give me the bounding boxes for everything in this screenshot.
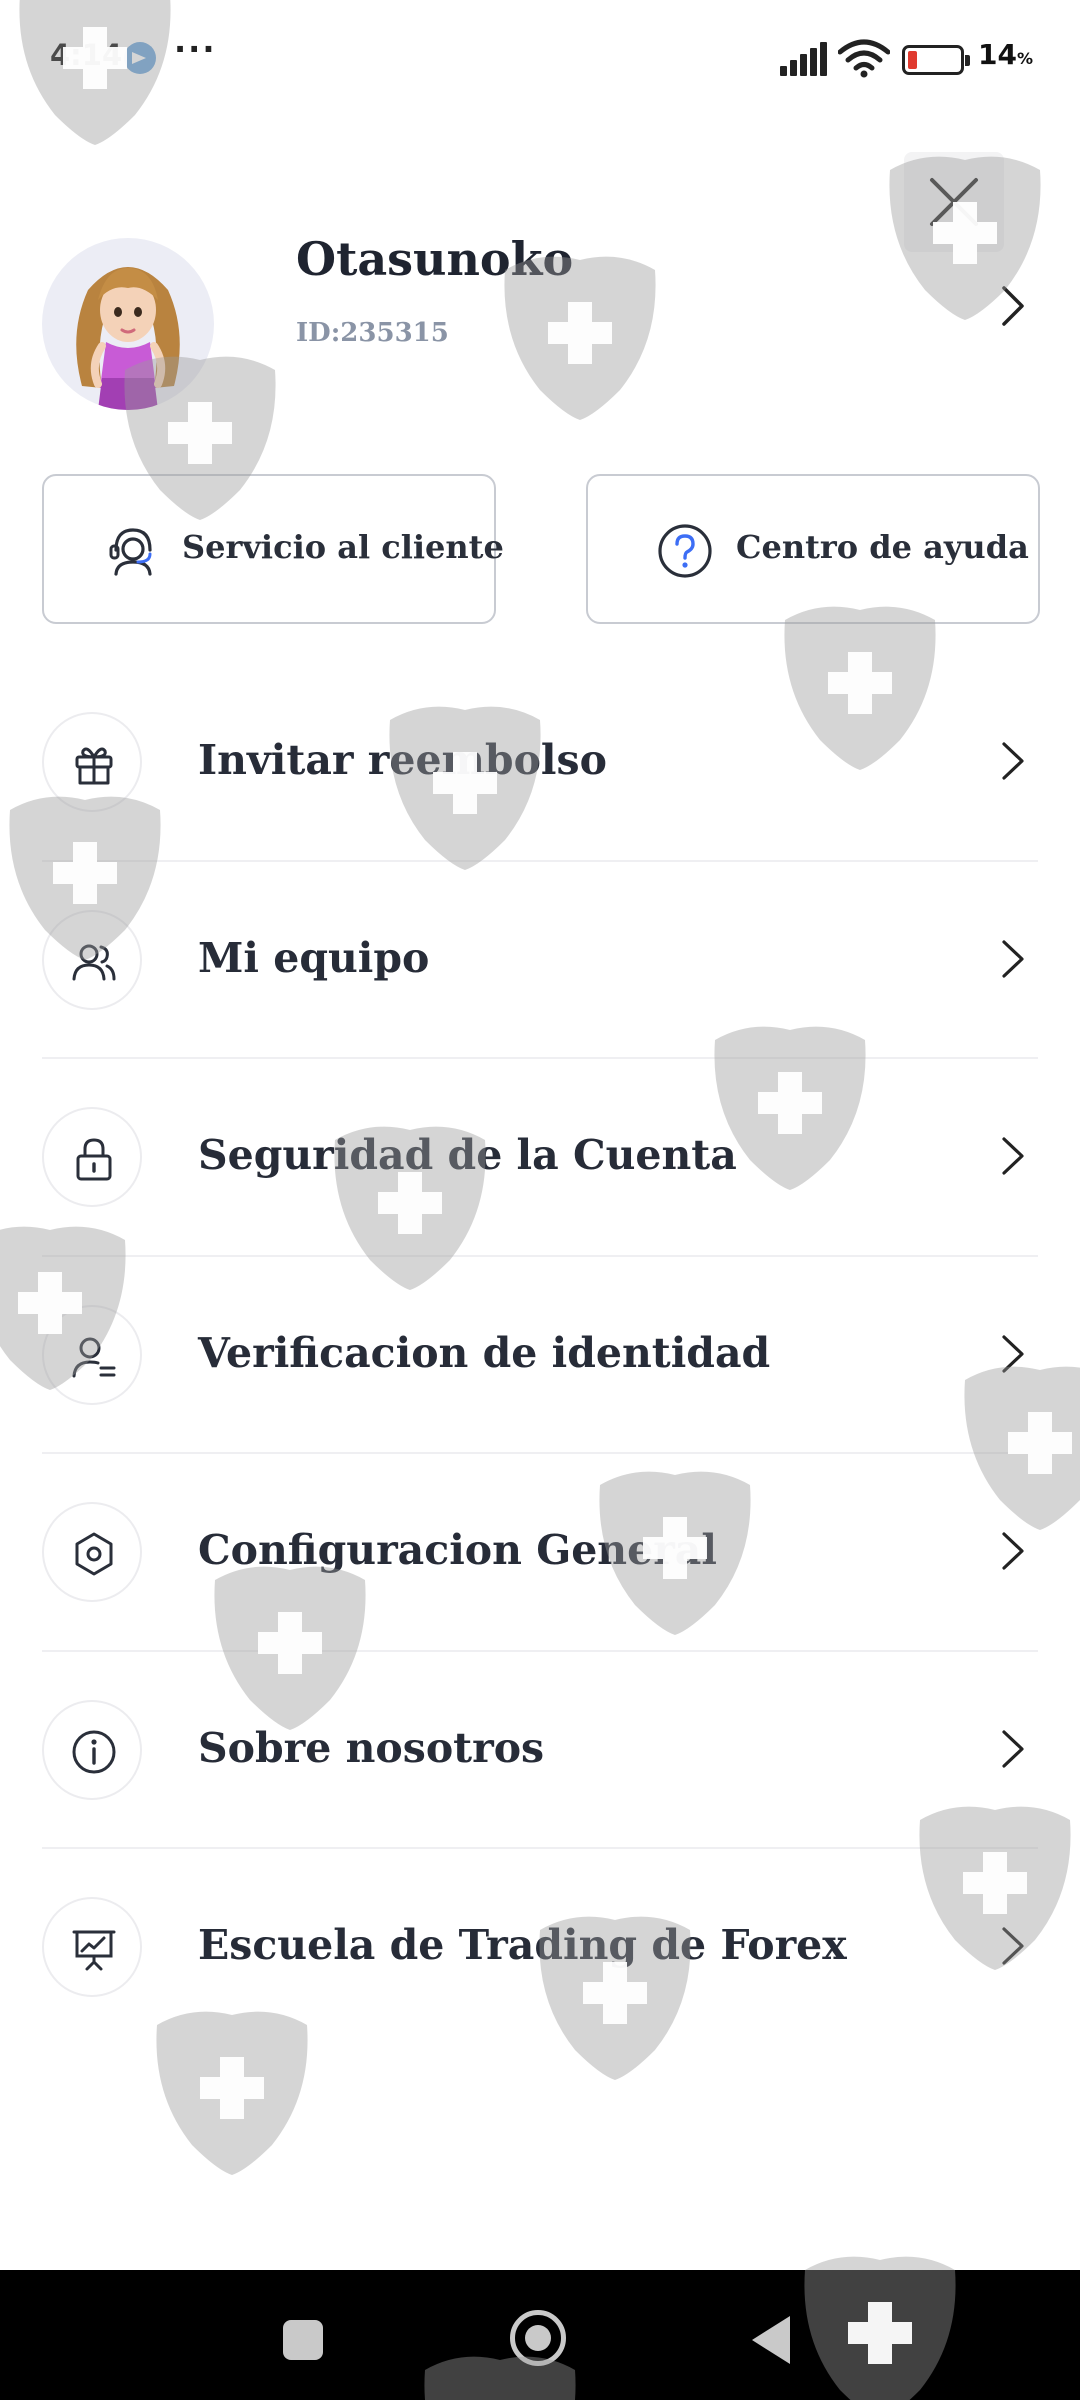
menu-item-label: Seguridad de la Cuenta	[198, 1131, 737, 1179]
chevron-right-icon	[1002, 1532, 1024, 1570]
avatar-image	[76, 267, 180, 410]
system-navigation-bar	[0, 2270, 1080, 2400]
close-icon	[930, 178, 978, 226]
telegram-icon	[124, 42, 156, 74]
battery-level: 14%	[978, 38, 1033, 71]
signal-icon	[780, 42, 830, 76]
help-center-button[interactable]: Centro de ayuda	[586, 474, 1040, 624]
menu-item-label: Verificacion de identidad	[198, 1328, 771, 1377]
lock-icon	[76, 1138, 112, 1181]
chevron-right-icon	[1002, 939, 1024, 978]
user-id: ID:235315	[296, 318, 449, 348]
customer-service-label: Servicio al cliente	[182, 528, 504, 566]
settings-menu: Invitar reembolso Mi equipo Seguridad de…	[0, 664, 1080, 2047]
question-circle-icon	[658, 524, 712, 578]
battery-icon	[902, 45, 970, 75]
back-button[interactable]	[752, 2316, 790, 2364]
recent-apps-button[interactable]	[283, 2320, 323, 2360]
help-center-label: Centro de ayuda	[736, 528, 1029, 566]
username[interactable]: Otasunoko	[296, 232, 573, 286]
menu-item-label: Invitar reembolso	[198, 736, 607, 784]
menu-item-label: Escuela de Trading de Forex	[198, 1921, 847, 1969]
close-button[interactable]	[904, 152, 1004, 252]
more-notifications-icon: ···	[174, 30, 217, 68]
customer-service-button[interactable]: Servicio al cliente	[42, 474, 504, 624]
headset-agent-icon	[109, 528, 152, 576]
menu-item-identity-verification[interactable]: Verificacion de identidad	[0, 1257, 1080, 1454]
chevron-right-icon	[1002, 1927, 1024, 1965]
chevron-right-icon	[1002, 1334, 1024, 1373]
chevron-right-icon	[1002, 1137, 1024, 1175]
info-icon	[72, 1730, 116, 1773]
gift-icon	[75, 747, 113, 785]
menu-item-forex-school[interactable]: Escuela de Trading de Forex	[0, 1849, 1080, 2047]
menu-item-about-us[interactable]: Sobre nosotros	[0, 1652, 1080, 1849]
status-time: 4:14	[50, 38, 123, 72]
chevron-right-icon	[1002, 1729, 1024, 1768]
menu-item-invite-rebate[interactable]: Invitar reembolso	[0, 664, 1080, 862]
chevron-right-icon[interactable]	[998, 284, 1028, 328]
presentation-chart-icon	[72, 1930, 116, 1971]
wifi-icon	[838, 39, 890, 78]
chevron-right-icon	[1002, 742, 1024, 780]
menu-item-my-team[interactable]: Mi equipo	[0, 862, 1080, 1059]
menu-item-label: Mi equipo	[198, 933, 430, 982]
menu-item-account-security[interactable]: Seguridad de la Cuenta	[0, 1059, 1080, 1257]
menu-item-label: Sobre nosotros	[198, 1723, 545, 1772]
menu-item-label: Configuracion General	[198, 1526, 717, 1574]
team-icon	[72, 944, 116, 980]
avatar[interactable]	[42, 238, 214, 410]
home-button[interactable]	[510, 2310, 566, 2366]
status-bar: 4:14 ··· 14%	[0, 0, 1080, 120]
menu-item-general-settings[interactable]: Configuracion General	[0, 1454, 1080, 1652]
user-verify-icon	[72, 1337, 116, 1377]
settings-hexagon-icon	[75, 1532, 113, 1576]
